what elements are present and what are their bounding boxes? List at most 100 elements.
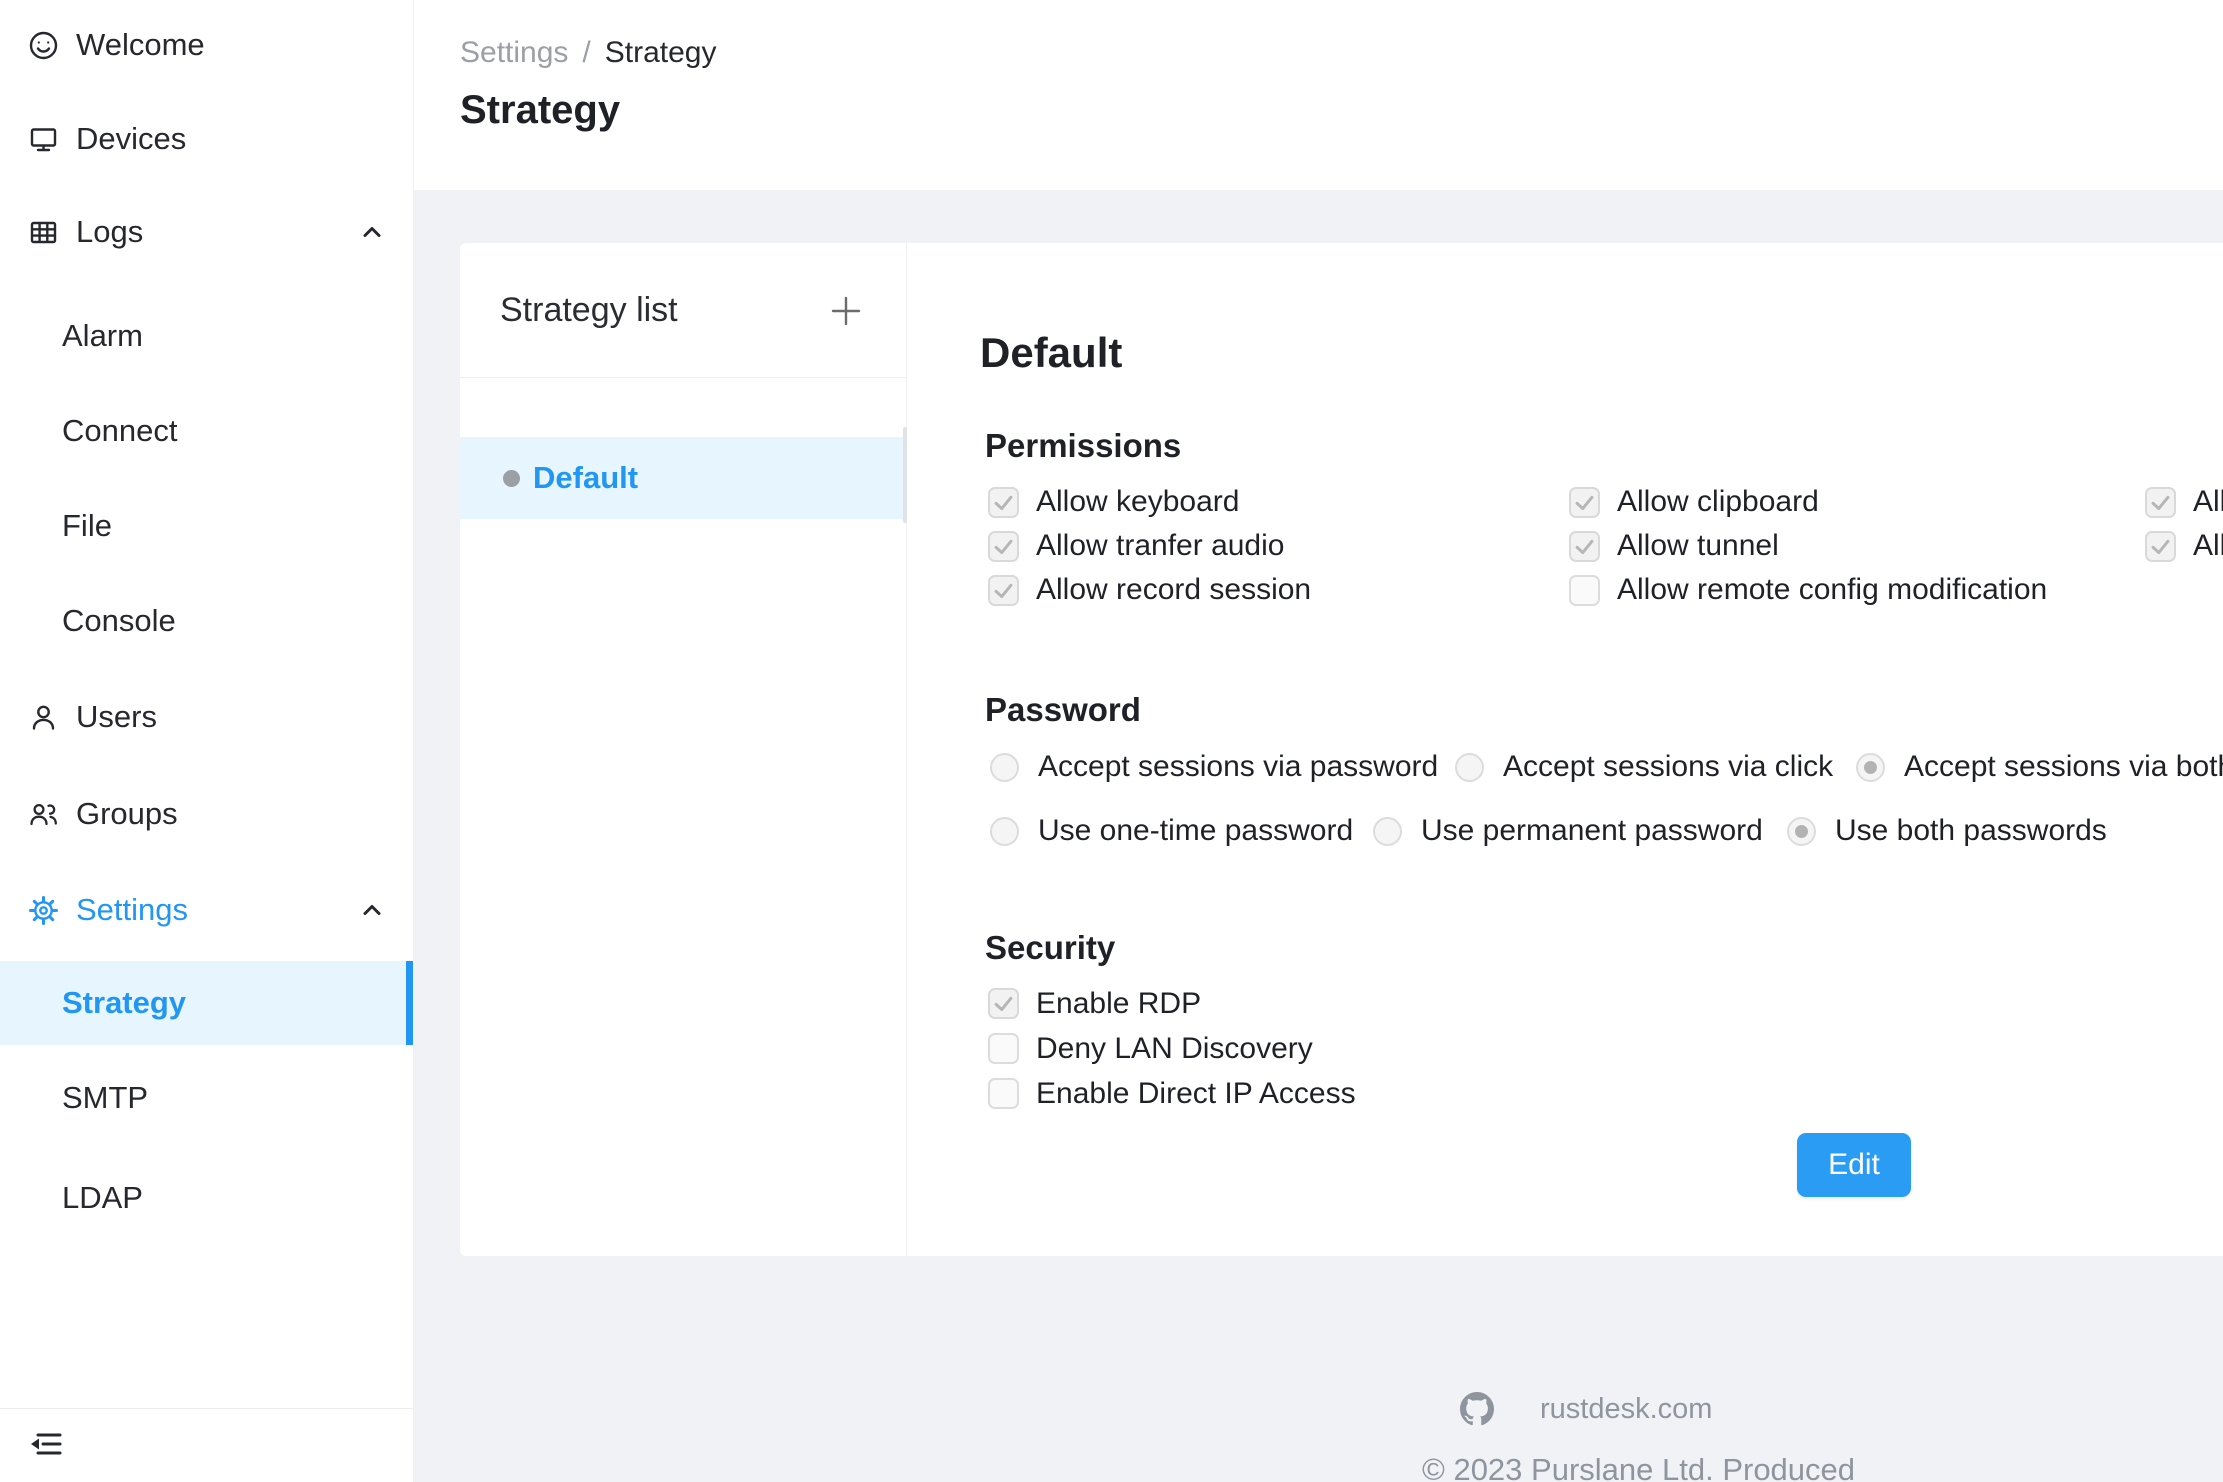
security-heading: Security	[985, 929, 1115, 967]
sidebar-item-devices[interactable]: Devices	[0, 110, 413, 168]
checkbox-label: Enable RDP	[1036, 987, 1201, 1021]
list-scrollbar[interactable]	[903, 427, 907, 523]
radio[interactable]	[990, 753, 1019, 782]
sidebar-item-label: Users	[76, 699, 157, 735]
edit-button[interactable]: Edit	[1797, 1133, 1911, 1197]
sidebar-item-label: Welcome	[76, 27, 205, 63]
sidebar-item-label: Settings	[76, 892, 188, 928]
checkbox[interactable]	[988, 988, 1019, 1019]
radio-label: Accept sessions via click	[1503, 750, 1833, 784]
detail-title: Default	[980, 329, 1122, 377]
add-strategy-button[interactable]	[830, 295, 862, 327]
radio-label: Use permanent password	[1421, 814, 1763, 848]
checkbox-label: Allow clipboard	[1617, 485, 1819, 519]
checkbox-item[interactable]: All	[2145, 480, 2223, 524]
sidebar-item-alarm[interactable]: Alarm	[0, 310, 413, 362]
checkbox[interactable]	[988, 1033, 1019, 1064]
checkbox-label: Deny LAN Discovery	[1036, 1032, 1313, 1066]
breadcrumb-current: Strategy	[605, 36, 717, 70]
sidebar-divider	[0, 1408, 413, 1409]
radio-option[interactable]: Accept sessions via both	[1856, 750, 2223, 784]
sidebar-item-users[interactable]: Users	[0, 688, 413, 746]
github-icon[interactable]	[1460, 1392, 1494, 1426]
sidebar-item-settings[interactable]: Settings	[0, 881, 413, 939]
radio[interactable]	[1787, 817, 1816, 846]
chevron-up-icon	[357, 895, 387, 925]
checkbox-item[interactable]: Enable RDP	[988, 981, 1356, 1026]
page-title: Strategy	[460, 88, 620, 133]
checkbox[interactable]	[988, 531, 1019, 562]
gear-icon	[28, 895, 59, 926]
checkbox-item[interactable]: All	[2145, 524, 2223, 568]
radio[interactable]	[1373, 817, 1402, 846]
sidebar-item-welcome[interactable]: Welcome	[0, 16, 413, 74]
sidebar-item-label: SMTP	[62, 1080, 148, 1116]
radio-option[interactable]: Use permanent password	[1373, 814, 1763, 848]
checkbox-item[interactable]: Enable Direct IP Access	[988, 1071, 1356, 1116]
collapse-sidebar-button[interactable]	[22, 1420, 70, 1468]
permissions-column-2: Allow clipboard Allow tunnel Allow remot…	[1569, 480, 2047, 612]
checkbox-item[interactable]: Allow record session	[988, 568, 1311, 612]
sidebar-item-groups[interactable]: Groups	[0, 785, 413, 843]
sidebar-item-ldap[interactable]: LDAP	[0, 1172, 413, 1224]
checkbox[interactable]	[988, 575, 1019, 606]
radio-label: Use both passwords	[1835, 814, 2107, 848]
sidebar-item-label: Alarm	[62, 318, 143, 354]
sidebar-item-strategy[interactable]: Strategy	[0, 961, 413, 1045]
permissions-column-3: All All	[2145, 480, 2223, 568]
sidebar-item-label: Strategy	[62, 985, 186, 1021]
status-dot-icon	[503, 470, 520, 487]
checkbox-label: All	[2193, 529, 2223, 563]
permissions-column-1: Allow keyboard Allow tranfer audio Allow…	[988, 480, 1311, 612]
sidebar-item-console[interactable]: Console	[0, 595, 413, 647]
checkbox[interactable]	[2145, 531, 2176, 562]
sidebar-item-file[interactable]: File	[0, 500, 413, 552]
top-header: Settings / Strategy Strategy	[414, 0, 2223, 190]
rustdesk-link[interactable]: rustdesk.com	[1540, 1393, 1712, 1426]
breadcrumb-parent[interactable]: Settings	[460, 36, 568, 70]
sidebar-item-logs[interactable]: Logs	[0, 203, 413, 261]
radio-option[interactable]: Accept sessions via password	[990, 750, 1438, 784]
radio-label: Accept sessions via both	[1904, 750, 2223, 784]
users-icon	[28, 799, 59, 830]
checkbox[interactable]	[1569, 487, 1600, 518]
radio-option[interactable]: Use both passwords	[1787, 814, 2107, 848]
radio[interactable]	[1455, 753, 1484, 782]
checkbox-item[interactable]: Allow clipboard	[1569, 480, 2047, 524]
checkbox[interactable]	[988, 1078, 1019, 1109]
sidebar-item-label: Console	[62, 603, 176, 639]
security-options: Enable RDP Deny LAN Discovery Enable Dir…	[988, 981, 1356, 1116]
radio[interactable]	[1856, 753, 1885, 782]
checkbox-label: Allow record session	[1036, 573, 1311, 607]
checkbox-label: Allow keyboard	[1036, 485, 1239, 519]
checkbox[interactable]	[1569, 531, 1600, 562]
checkbox-label: All	[2193, 485, 2223, 519]
checkbox-label: Allow remote config modification	[1617, 573, 2047, 607]
sidebar-item-connect[interactable]: Connect	[0, 405, 413, 457]
checkbox-item[interactable]: Allow tranfer audio	[988, 524, 1311, 568]
radio-label: Accept sessions via password	[1038, 750, 1438, 784]
sidebar-item-smtp[interactable]: SMTP	[0, 1072, 413, 1124]
plus-icon	[830, 295, 862, 327]
radio-option[interactable]: Accept sessions via click	[1455, 750, 1833, 784]
strategy-list-item-default[interactable]: Default	[460, 437, 907, 519]
checkbox-item[interactable]: Deny LAN Discovery	[988, 1026, 1356, 1071]
checkbox-item[interactable]: Allow keyboard	[988, 480, 1311, 524]
copyright-text: © 2023 Purslane Ltd. Produced	[1422, 1452, 1855, 1482]
checkbox[interactable]	[988, 487, 1019, 518]
sidebar-item-label: LDAP	[62, 1180, 143, 1216]
user-icon	[28, 702, 59, 733]
monitor-icon	[28, 124, 59, 155]
checkbox-item[interactable]: Allow remote config modification	[1569, 568, 2047, 612]
radio[interactable]	[990, 817, 1019, 846]
checkbox-label: Allow tunnel	[1617, 529, 1779, 563]
sidebar: Welcome Devices	[0, 0, 414, 1482]
breadcrumb-separator: /	[582, 36, 590, 70]
checkbox[interactable]	[1569, 575, 1600, 606]
checkbox[interactable]	[2145, 487, 2176, 518]
password-heading: Password	[985, 691, 1141, 729]
checkbox-item[interactable]: Allow tunnel	[1569, 524, 2047, 568]
strategy-list-header: Strategy list	[460, 243, 907, 378]
radio-option[interactable]: Use one-time password	[990, 814, 1353, 848]
table-icon	[28, 217, 59, 248]
